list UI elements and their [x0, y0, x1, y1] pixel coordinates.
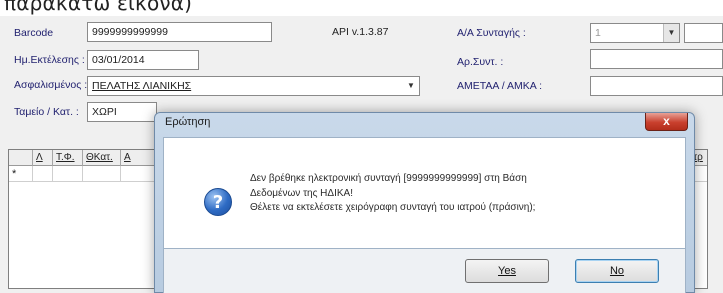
prescription-no-value: 1: [595, 27, 601, 39]
yes-button-label: Yes: [498, 265, 516, 277]
dialog-message-line-3: Θέλετε να εκτελέσετε χειρόγραφη συνταγή …: [250, 202, 536, 213]
grid-header-tf[interactable]: Τ.Φ.: [53, 150, 83, 166]
chevron-down-icon[interactable]: ▼: [663, 24, 679, 42]
question-icon: ?: [204, 188, 232, 216]
new-row-marker: *: [9, 166, 33, 182]
yes-button[interactable]: Yes: [465, 259, 549, 283]
question-dialog: Ερώτηση x ? Δεν βρέθηκε ηλεκτρονική συντ…: [154, 112, 695, 293]
insured-combo[interactable]: ΠΕΛΑΤΗΣ ΛΙΑΝΙΚΗΣ ▼: [87, 76, 420, 96]
amka-input[interactable]: [590, 76, 723, 96]
dialog-title: Ερώτηση: [165, 116, 211, 128]
grid-cell[interactable]: [33, 166, 53, 182]
grid-corner: [9, 150, 33, 166]
grid-header-thkat[interactable]: ΘΚατ.: [83, 150, 121, 166]
grid-header-lambda[interactable]: Λ: [33, 150, 53, 166]
grid-cell[interactable]: [83, 166, 121, 182]
exec-date-label: Ημ.Εκτέλεσης :: [14, 54, 85, 66]
prescription-no-combo[interactable]: 1 ▼: [590, 23, 680, 43]
barcode-label: Barcode: [14, 27, 54, 39]
insured-label: Ασφαλισμένος :: [14, 79, 88, 91]
grid-cell[interactable]: [53, 166, 83, 182]
no-button-label: No: [609, 265, 625, 277]
amka-label: ΑΜΕΤΑΑ / ΑΜΚΑ :: [457, 80, 542, 92]
prescription-num-label: Αρ.Συντ. :: [457, 56, 504, 68]
api-version: API v.1.3.87: [332, 26, 389, 38]
prescription-num-input[interactable]: [590, 49, 723, 69]
dialog-body: ? Δεν βρέθηκε ηλεκτρονική συνταγή [99999…: [163, 137, 686, 249]
no-button[interactable]: No: [575, 259, 659, 283]
dialog-message-line-1: Δεν βρέθηκε ηλεκτρονική συνταγή [9999999…: [250, 173, 527, 184]
close-icon: x: [663, 114, 670, 128]
exec-date-input[interactable]: 03/01/2014: [87, 50, 199, 70]
dialog-footer: Yes No: [163, 249, 686, 293]
dialog-message-line-2: Δεδομένων της ΗΔΙΚΑ!: [250, 188, 353, 199]
prescription-no-label: Α/Α Συνταγής :: [457, 27, 526, 39]
prescription-extra-field[interactable]: [684, 23, 723, 43]
insured-value: ΠΕΛΑΤΗΣ ΛΙΑΝΙΚΗΣ: [92, 80, 192, 92]
fund-label: Ταμείο / Κατ. :: [14, 106, 79, 118]
close-button[interactable]: x: [645, 113, 688, 131]
heading-fragment: παρακάτω εικόνα): [4, 0, 193, 15]
chevron-down-icon[interactable]: ▼: [403, 77, 419, 95]
barcode-input[interactable]: 9999999999999: [87, 22, 272, 42]
fund-combo[interactable]: ΧΩΡΙ: [87, 102, 157, 122]
